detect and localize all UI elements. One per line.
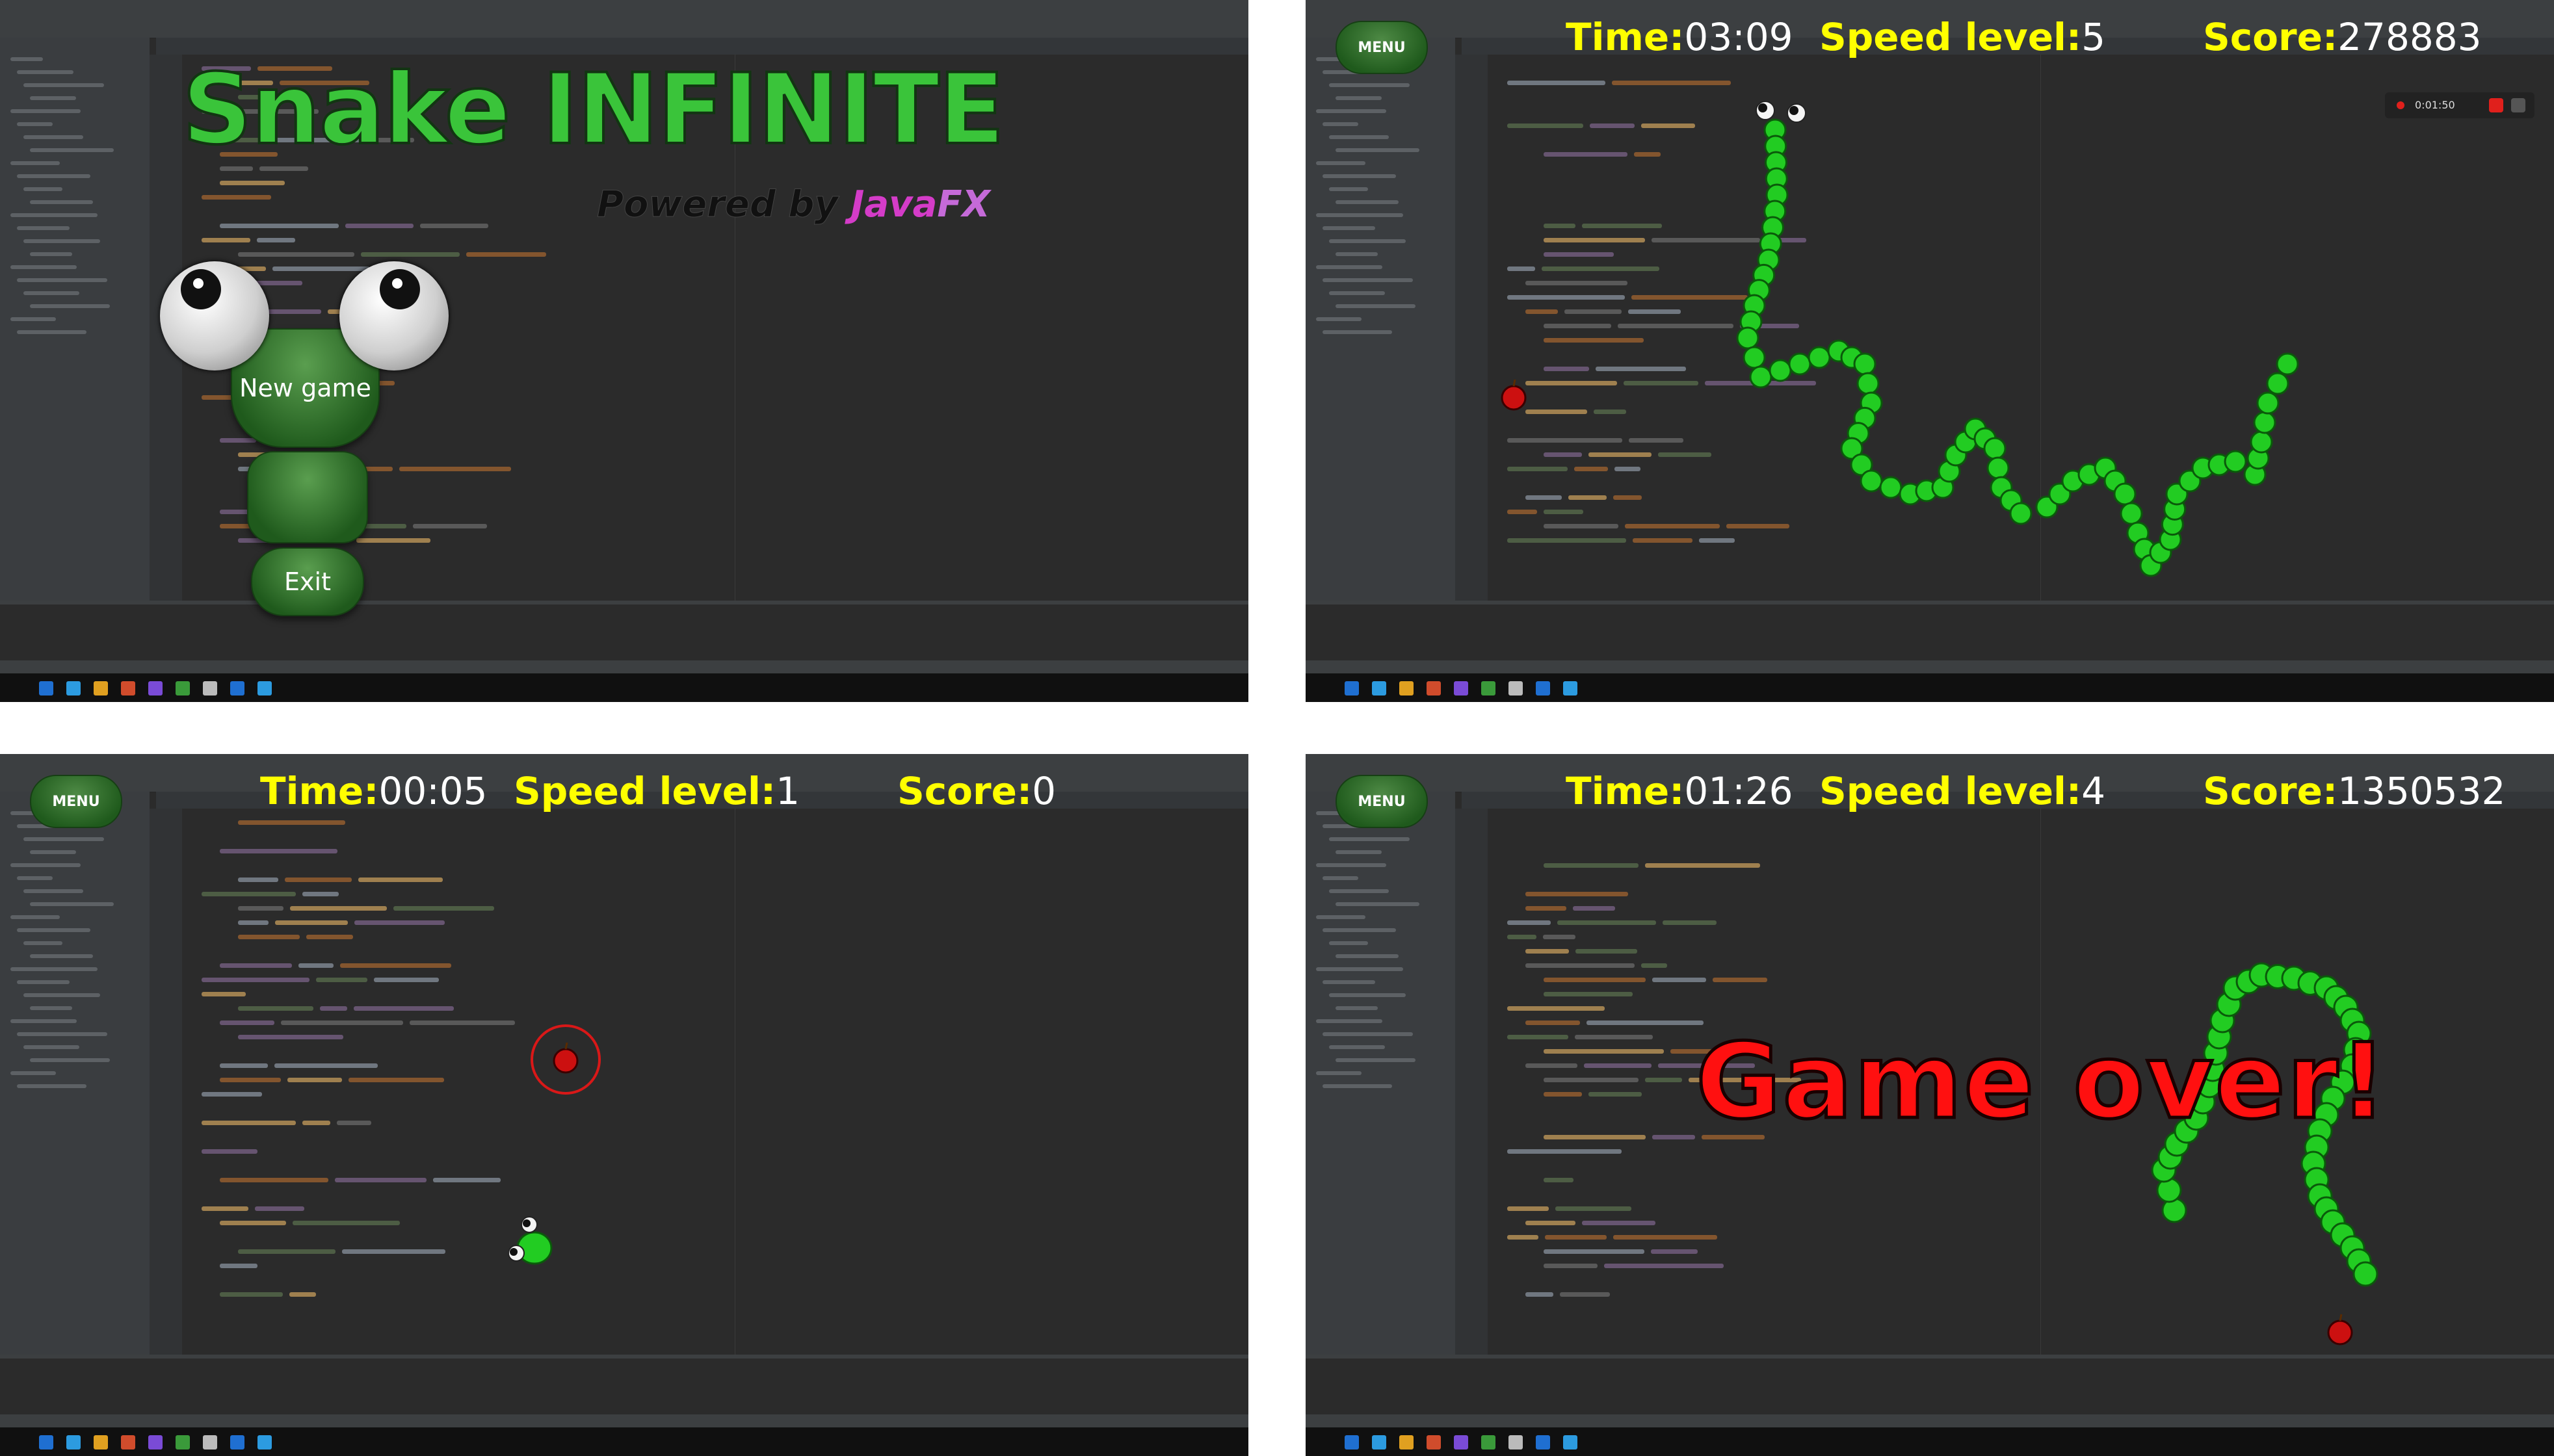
snake-segment — [2113, 482, 2137, 506]
snake-segment — [2276, 352, 2299, 376]
right-eye-icon — [339, 261, 449, 370]
snake-segment — [2352, 1261, 2378, 1287]
apple-target-icon — [531, 1024, 601, 1095]
ide-toolbar — [0, 16, 1248, 38]
snake-segment — [1879, 476, 1902, 499]
snake-segment — [1788, 352, 1811, 376]
snake-segment — [1808, 346, 1831, 369]
powered-prefix: Powered by — [597, 183, 851, 226]
snake-body — [1736, 118, 2299, 577]
snake-segment — [1860, 469, 1883, 493]
ide-tabs — [156, 38, 1248, 55]
snake-segment — [2250, 430, 2273, 454]
snake-head — [508, 1216, 553, 1265]
ide-menubar — [0, 0, 1248, 16]
snake-segment — [1856, 372, 1880, 395]
ide-run-console — [0, 601, 1248, 660]
snake-segment — [2266, 372, 2289, 395]
snake-segment — [1986, 456, 2010, 480]
snake-segment — [2120, 502, 2143, 525]
snake-segment — [1769, 359, 1792, 382]
apple-icon — [1501, 379, 1527, 411]
snake-segment — [2256, 391, 2280, 415]
gameplay-screenshot-1: MENU Time:03:09 Speed level:5 Score:2788… — [1306, 0, 2554, 702]
snake-segment — [1743, 346, 1766, 369]
game-over-message: Game over! — [1694, 1019, 2389, 1144]
os-taskbar — [0, 673, 1248, 702]
powered-java: Java — [850, 183, 938, 226]
left-eye-icon — [160, 261, 269, 370]
game-field — [1501, 101, 2299, 577]
main-menu-screenshot: Snake INFINITE Powered by JavaFX New gam… — [0, 0, 1248, 702]
snake-segment — [2009, 502, 2033, 525]
game-title: Snake INFINITE — [181, 52, 1006, 168]
game-over-screenshot: MENU Time:01:26 Speed level:4 Score:1350… — [1306, 754, 2554, 1456]
snake-segment — [1853, 352, 1876, 376]
snake-segment — [2224, 450, 2247, 473]
snake-segment — [1983, 437, 2007, 460]
snake-head — [1756, 101, 1806, 123]
powered-by-label: Powered by JavaFX — [597, 183, 990, 226]
snake-segment — [2253, 411, 2276, 434]
ide-project-tree — [0, 38, 150, 604]
powered-fx: FX — [937, 183, 990, 226]
snake-segment — [1749, 365, 1772, 389]
exit-button[interactable]: Exit — [251, 547, 364, 616]
snake-segment — [1736, 326, 1759, 350]
ide-status-bar — [0, 660, 1248, 673]
middle-menu-button[interactable] — [247, 451, 368, 543]
apple-icon — [2327, 1314, 2353, 1346]
game-field — [508, 1024, 601, 1265]
gameplay-screenshot-2: MENU Time:00:05 Speed level:1 Score:0 — [0, 754, 1248, 1456]
